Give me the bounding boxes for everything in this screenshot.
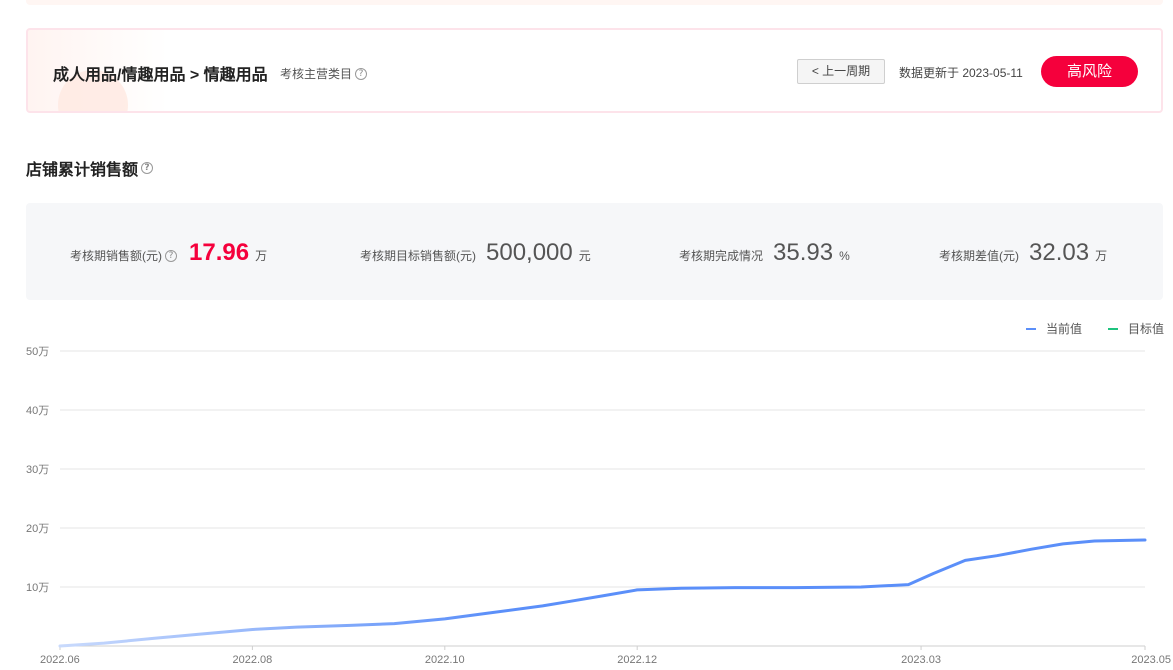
- current-value-line: [58, 538, 1147, 648]
- help-icon[interactable]: ?: [165, 249, 177, 262]
- data-update-text: 数据更新于 2023-05-11: [899, 66, 1023, 80]
- help-icon[interactable]: ?: [355, 67, 368, 80]
- x-tick-label: 2022.06: [40, 654, 80, 666]
- metric-label: 考核期差值(元): [939, 249, 1019, 263]
- metric-label: 考核期目标销售额(元): [360, 249, 476, 263]
- section-title-text: 店铺累计销售额: [26, 162, 139, 179]
- x-tick-label: 2022.12: [617, 654, 657, 666]
- y-tick-label: 20万: [26, 523, 49, 535]
- category-card: 成人用品/情趣用品 > 情趣用品 考核主营类目 ? < 上一周期 数据更新于 2…: [26, 28, 1163, 113]
- metric-value: 17.96: [189, 239, 250, 266]
- category-breadcrumb: 成人用品/情趣用品 > 情趣用品: [53, 67, 268, 84]
- prev-period-button[interactable]: < 上一周期: [797, 59, 885, 84]
- y-tick-label: 40万: [26, 405, 49, 417]
- x-tick-label: 2023.03: [901, 654, 941, 666]
- metric-value: 32.03: [1029, 239, 1090, 266]
- metric-unit: 元: [578, 249, 591, 263]
- x-tick-label: 2023.05: [1131, 654, 1171, 666]
- risk-level-badge: 高风险: [1041, 56, 1138, 87]
- metric-unit: 万: [255, 249, 268, 263]
- metrics-panel: 考核期销售额(元) ? 17.96 万 考核期目标销售额(元) 500,000 …: [26, 203, 1163, 300]
- previous-card-edge: [26, 0, 1163, 5]
- x-tick-label: 2022.08: [233, 654, 273, 666]
- metric-sales: 考核期销售额(元) ? 17.96 万: [70, 239, 267, 267]
- metric-gap: 考核期差值(元) 32.03 万: [939, 239, 1107, 267]
- legend-label[interactable]: 当前值: [1046, 321, 1082, 336]
- y-tick-label: 50万: [26, 346, 49, 358]
- metric-label-text: 考核期销售额(元): [70, 249, 162, 263]
- metric-unit: 万: [1095, 249, 1108, 263]
- help-icon[interactable]: ?: [141, 162, 154, 174]
- metric-unit: %: [839, 249, 850, 263]
- metric-value: 35.93: [773, 239, 834, 266]
- category-note-label: 考核主营类目: [280, 67, 353, 81]
- x-tick-label: 2022.10: [425, 654, 465, 666]
- metric-target-sales: 考核期目标销售额(元) 500,000 元: [360, 239, 591, 267]
- sales-line-chart: 50万 40万 30万 20万 10万 2022.06 2022.08 2022.10 2022…: [26, 321, 1171, 666]
- metric-label: 考核期完成情况: [679, 249, 764, 263]
- metric-completion: 考核期完成情况 35.93 %: [679, 239, 850, 267]
- legend-label[interactable]: 目标值: [1128, 321, 1164, 336]
- category-note: 考核主营类目 ?: [280, 65, 368, 82]
- y-tick-label: 30万: [26, 464, 49, 476]
- section-title: 店铺累计销售额 ?: [26, 156, 154, 180]
- metric-value: 500,000: [486, 239, 573, 266]
- metric-label: 考核期销售额(元) ?: [70, 247, 177, 264]
- y-tick-label: 10万: [26, 582, 49, 594]
